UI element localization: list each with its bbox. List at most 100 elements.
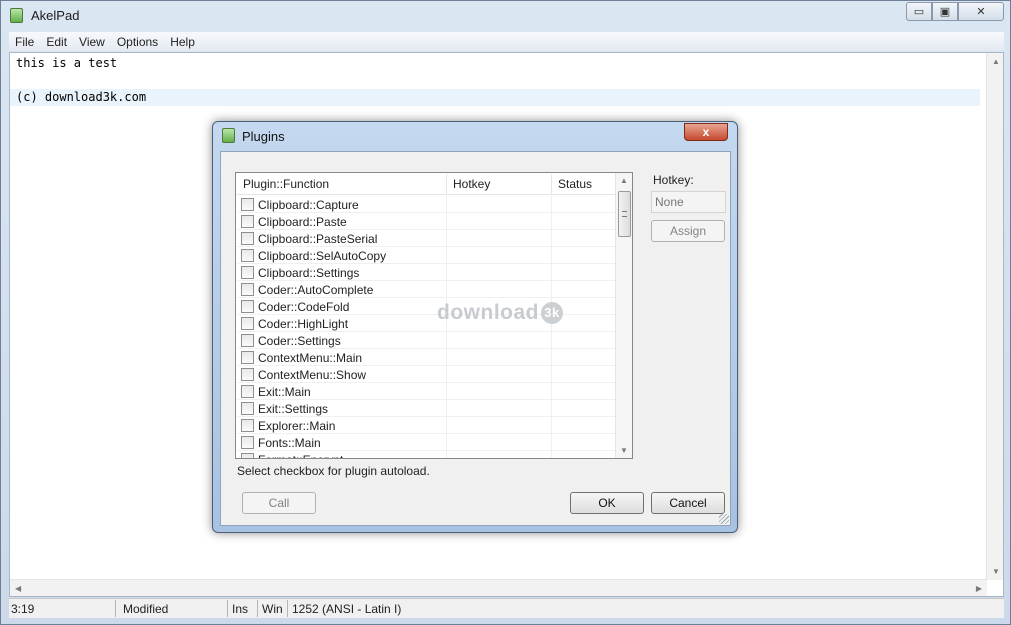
notepad-icon <box>10 8 23 23</box>
table-row[interactable]: Explorer::Main <box>237 417 615 434</box>
autoload-checkbox[interactable] <box>241 453 254 458</box>
plugin-icon <box>222 128 235 143</box>
list-scrollbar[interactable]: ▲ ▼ <box>615 173 632 458</box>
table-row[interactable]: ContextMenu::Show <box>237 366 615 383</box>
autoload-checkbox[interactable] <box>241 249 254 262</box>
table-row[interactable]: Coder::AutoComplete <box>237 281 615 298</box>
table-row[interactable]: Clipboard::Paste <box>237 213 615 230</box>
horizontal-scrollbar[interactable]: ◀ ▶ <box>10 579 987 596</box>
vertical-scrollbar[interactable]: ▲ ▼ <box>986 53 1003 580</box>
autoload-checkbox[interactable] <box>241 385 254 398</box>
minimize-button[interactable]: ▭ <box>906 2 932 21</box>
resize-grip-icon[interactable] <box>719 514 729 524</box>
hotkey-cell <box>447 264 552 281</box>
editor-content[interactable]: this is a test (c) download3k.com <box>16 55 146 106</box>
autoload-checkbox[interactable] <box>241 266 254 279</box>
menu-view[interactable]: View <box>73 35 111 49</box>
autoload-checkbox[interactable] <box>241 351 254 364</box>
hotkey-field[interactable]: None <box>651 191 726 213</box>
menu-edit[interactable]: Edit <box>40 35 73 49</box>
table-row[interactable]: Fonts::Main <box>237 434 615 451</box>
table-row[interactable]: Exit::Settings <box>237 400 615 417</box>
plugin-list[interactable]: Plugin::Function Hotkey Status Clipboard… <box>235 172 633 459</box>
scroll-right-icon[interactable]: ▶ <box>976 584 982 593</box>
table-row[interactable]: Clipboard::Settings <box>237 264 615 281</box>
status-bar: 3:19 Modified Ins Win 1252 (ANSI - Latin… <box>9 598 1004 618</box>
autoload-checkbox[interactable] <box>241 402 254 415</box>
status-cell <box>552 434 615 451</box>
menu-file[interactable]: File <box>9 35 40 49</box>
autoload-checkbox[interactable] <box>241 334 254 347</box>
assign-button[interactable]: Assign <box>651 220 725 242</box>
cancel-button[interactable]: Cancel <box>651 492 725 514</box>
plugin-function-label: Clipboard::SelAutoCopy <box>258 248 387 263</box>
hotkey-cell <box>447 196 552 213</box>
table-row[interactable]: Coder::Settings <box>237 332 615 349</box>
table-row[interactable]: Exit::Main <box>237 383 615 400</box>
dialog-close-button[interactable]: x <box>684 123 728 141</box>
column-header-hotkey[interactable]: Hotkey <box>447 174 552 195</box>
plugin-function-cell: Clipboard::Settings <box>237 264 447 281</box>
hotkey-cell <box>447 247 552 264</box>
insert-mode[interactable]: Ins <box>232 602 248 616</box>
hotkey-cell <box>447 281 552 298</box>
scroll-thumb[interactable] <box>618 191 631 237</box>
plugin-function-label: Clipboard::Paste <box>258 214 347 229</box>
menu-help[interactable]: Help <box>164 35 201 49</box>
menu-options[interactable]: Options <box>111 35 164 49</box>
newline-mode[interactable]: Win <box>262 602 283 616</box>
table-row[interactable]: Clipboard::PasteSerial <box>237 230 615 247</box>
scroll-left-icon[interactable]: ◀ <box>15 584 21 593</box>
close-button[interactable]: ✕ <box>958 2 1004 21</box>
scroll-down-icon[interactable]: ▼ <box>992 567 1000 576</box>
list-header: Plugin::Function Hotkey Status <box>237 174 615 195</box>
call-button[interactable]: Call <box>242 492 316 514</box>
plugin-function-cell: Clipboard::Capture <box>237 196 447 213</box>
table-row[interactable]: ContextMenu::Main <box>237 349 615 366</box>
hotkey-cell <box>447 383 552 400</box>
ok-button[interactable]: OK <box>570 492 644 514</box>
autoload-checkbox[interactable] <box>241 368 254 381</box>
status-cell <box>552 247 615 264</box>
plugin-rows: Clipboard::Capture Clipboard::Paste Clipbo… <box>237 196 615 459</box>
column-header-status[interactable]: Status <box>552 174 615 195</box>
maximize-button[interactable]: ▣ <box>932 2 958 21</box>
plugin-function-cell: Coder::AutoComplete <box>237 281 447 298</box>
dialog-body: Plugin::Function Hotkey Status Clipboard… <box>220 151 731 526</box>
hotkey-cell <box>447 451 552 458</box>
scroll-up-icon[interactable]: ▲ <box>620 176 628 185</box>
autoload-checkbox[interactable] <box>241 283 254 296</box>
codepage[interactable]: 1252 (ANSI - Latin I) <box>292 602 401 616</box>
status-divider <box>287 600 288 617</box>
status-cell <box>552 383 615 400</box>
hotkey-cell <box>447 366 552 383</box>
autoload-checkbox[interactable] <box>241 300 254 313</box>
hotkey-cell <box>447 349 552 366</box>
autoload-checkbox[interactable] <box>241 232 254 245</box>
plugin-function-cell: Fonts::Main <box>237 434 447 451</box>
plugin-function-label: Format::Encrypt <box>258 452 343 459</box>
table-row[interactable]: Clipboard::SelAutoCopy <box>237 247 615 264</box>
plugin-function-cell: Clipboard::PasteSerial <box>237 230 447 247</box>
column-header-function[interactable]: Plugin::Function <box>237 174 447 195</box>
status-cell <box>552 349 615 366</box>
watermark-badge: 3k <box>541 302 563 324</box>
plugin-function-cell: ContextMenu::Show <box>237 366 447 383</box>
dialog-title: Plugins <box>242 129 285 144</box>
status-cell <box>552 196 615 213</box>
title-bar[interactable]: AkelPad ▭ ▣ ✕ <box>1 1 1010 30</box>
scroll-down-icon[interactable]: ▼ <box>620 446 628 455</box>
table-row[interactable]: Clipboard::Capture <box>237 196 615 213</box>
status-divider <box>115 600 116 617</box>
table-row[interactable]: Format::Encrypt <box>237 451 615 459</box>
autoload-checkbox[interactable] <box>241 215 254 228</box>
autoload-checkbox[interactable] <box>241 419 254 432</box>
plugin-function-label: ContextMenu::Show <box>258 367 367 382</box>
autoload-checkbox[interactable] <box>241 317 254 330</box>
plugin-function-label: Fonts::Main <box>258 435 321 450</box>
autoload-checkbox[interactable] <box>241 436 254 449</box>
autoload-checkbox[interactable] <box>241 198 254 211</box>
scroll-up-icon[interactable]: ▲ <box>992 57 1000 66</box>
plugin-function-label: Exit::Settings <box>258 401 329 416</box>
plugin-function-cell: Coder::Settings <box>237 332 447 349</box>
